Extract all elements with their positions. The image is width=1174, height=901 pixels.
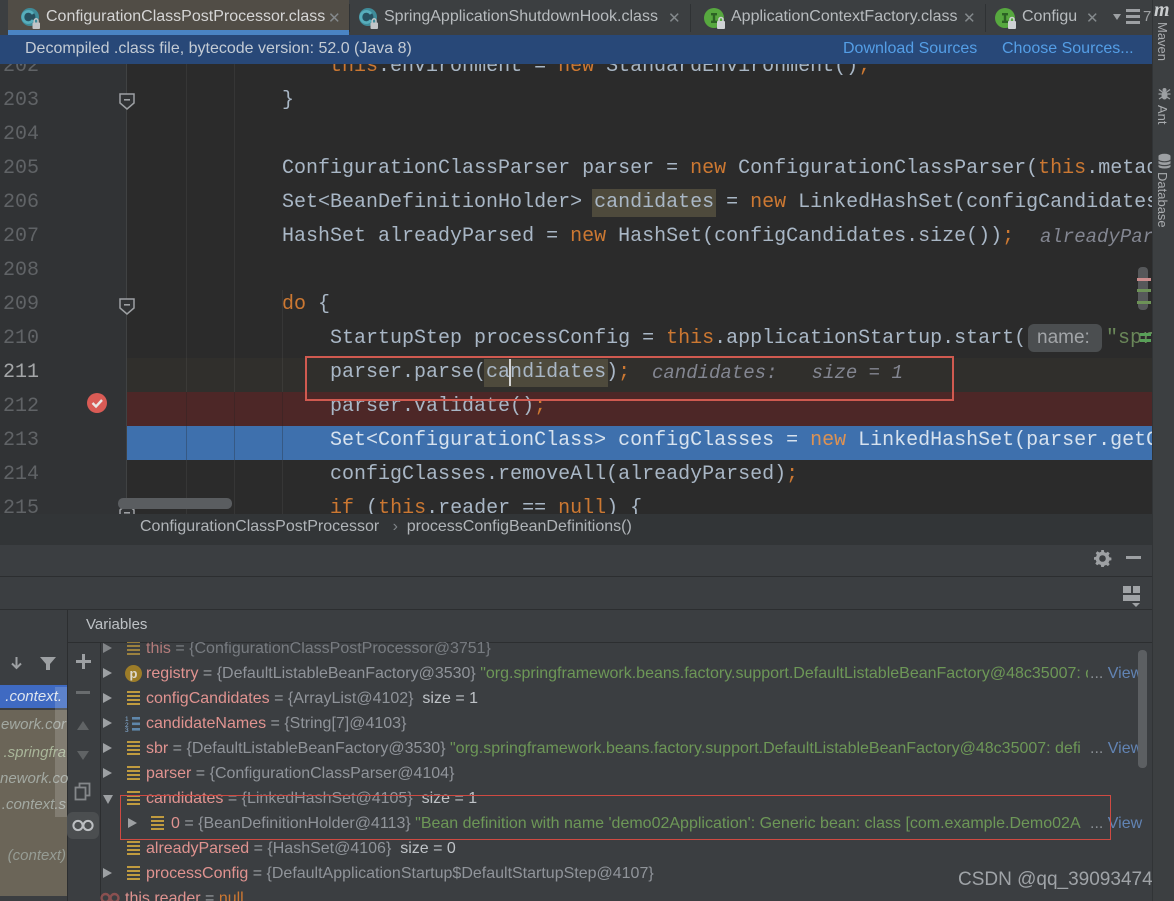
svg-text:3: 3 bbox=[125, 727, 129, 732]
